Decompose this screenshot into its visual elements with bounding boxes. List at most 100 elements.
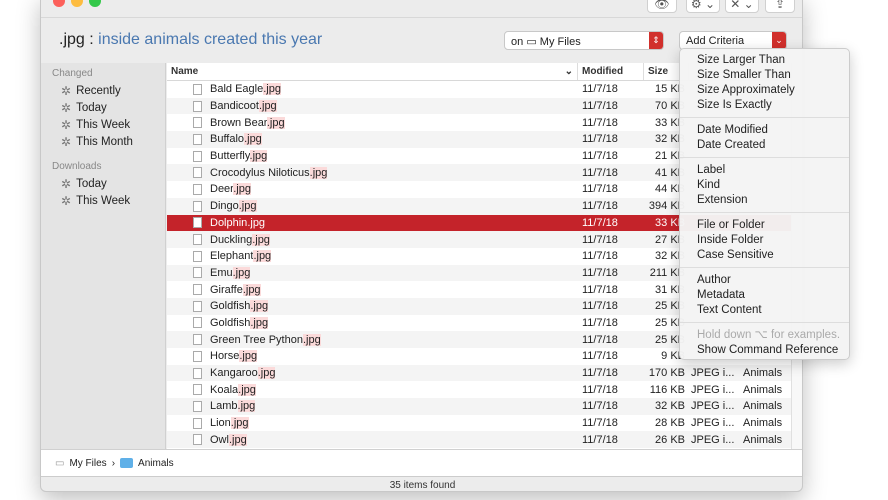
jpeg-file-icon <box>193 234 202 246</box>
jpeg-file-icon <box>193 267 202 279</box>
kind-cell: JPEG i... <box>691 417 735 430</box>
menu-item[interactable]: File or Folder <box>680 218 849 233</box>
path-item[interactable]: My Files <box>69 458 106 469</box>
file-extension-match: .jpg <box>257 367 276 380</box>
menu-item-command-reference[interactable]: Show Command Reference <box>680 343 849 358</box>
sidebar-item[interactable]: ✲ This Week <box>41 116 165 133</box>
sidebar-item[interactable]: ✲ This Month <box>41 133 165 150</box>
sidebar-item-label: Recently <box>76 84 121 97</box>
file-extension-match: .jpg <box>242 283 261 296</box>
name-cell: Lamb.jpg <box>167 400 578 413</box>
file-basename: Brown Bear <box>210 116 267 129</box>
name-cell: Kangaroo.jpg <box>167 367 578 380</box>
tools-menu-button[interactable]: ✕ ⌄ <box>725 0 759 13</box>
table-row[interactable]: Kangaroo.jpg 11/7/18 170 KB JPEG i... An… <box>167 364 791 382</box>
file-extension-match: .jpg <box>238 383 256 396</box>
column-name[interactable]: Name ⌄ <box>167 63 578 80</box>
share-icon: ⇪ <box>774 0 786 11</box>
name-cell: Bandicoot.jpg <box>167 100 578 113</box>
menu-item[interactable]: Size Is Exactly <box>680 98 849 113</box>
jpeg-file-icon <box>193 183 202 195</box>
file-extension-match: .jpg <box>239 350 258 363</box>
menu-item[interactable]: Author <box>680 273 849 288</box>
sidebar-item[interactable]: ✲ Today <box>41 99 165 116</box>
gear-icon: ✲ <box>61 117 72 132</box>
query-criteria[interactable]: inside animals created this year <box>98 31 322 48</box>
table-row[interactable]: Lion.jpg 11/7/18 28 KB JPEG i... Animals <box>167 415 791 432</box>
modified-cell: 11/7/18 <box>582 266 618 279</box>
name-cell: Lion.jpg <box>167 417 578 430</box>
folder-icon <box>120 458 134 468</box>
path-bar: ▭ My Files › Animals <box>41 449 802 476</box>
sidebar-item[interactable]: ✲ Recently <box>41 82 165 99</box>
menu-item[interactable]: Extension <box>680 193 849 208</box>
modified-cell: 11/7/18 <box>582 200 618 213</box>
name-cell: Buffalo.jpg <box>167 133 578 146</box>
name-cell: Koala.jpg <box>167 383 578 396</box>
file-basename: Emu <box>210 266 233 279</box>
file-extension-match: .jpg <box>309 166 328 179</box>
search-query[interactable]: .jpg : inside animals created this year <box>59 31 322 49</box>
file-basename: Koala <box>210 383 239 396</box>
file-extension-match: .jpg <box>258 100 277 113</box>
menu-item[interactable]: Kind <box>680 178 849 193</box>
file-basename: Giraffe <box>210 283 243 296</box>
scope-select[interactable]: on ▭ My Files ⇕ <box>504 31 664 50</box>
menu-item[interactable]: Date Modified <box>680 123 849 138</box>
menu-item[interactable]: Size Smaller Than <box>680 68 849 83</box>
window-controls <box>53 0 107 10</box>
zoom-button[interactable] <box>89 0 101 7</box>
menu-item[interactable]: Size Approximately <box>680 83 849 98</box>
file-extension-match: .jpg <box>250 316 269 329</box>
modified-cell: 11/7/18 <box>582 316 618 329</box>
file-extension-match: .jpg <box>263 83 281 96</box>
modified-cell: 11/7/18 <box>582 183 618 196</box>
modified-cell: 11/7/18 <box>582 333 618 346</box>
file-basename: Duckling <box>210 233 253 246</box>
quick-look-button[interactable]: 👁 <box>647 0 677 13</box>
kind-cell: JPEG i... <box>691 383 735 396</box>
file-basename: Deer <box>210 183 234 196</box>
menu-item[interactable]: Label <box>680 163 849 178</box>
sidebar-item-label: This Week <box>76 194 131 207</box>
kind-cell: JPEG i... <box>691 400 735 413</box>
action-menu-button[interactable]: ⚙ ⌄ <box>686 0 720 13</box>
close-button[interactable] <box>53 0 65 7</box>
file-basename: Crocodylus Niloticus <box>210 166 310 179</box>
sidebar-item[interactable]: ✲ Today <box>41 175 165 192</box>
jpeg-file-icon <box>193 350 202 362</box>
file-extension-match: .jpg <box>250 300 269 313</box>
minimize-button[interactable] <box>71 0 83 7</box>
table-row[interactable]: Lamb.jpg 11/7/18 32 KB JPEG i... Animals <box>167 398 791 415</box>
menu-separator <box>680 212 849 213</box>
path-item[interactable]: Animals <box>138 458 174 469</box>
menu-item[interactable]: Inside Folder <box>680 233 849 248</box>
menu-item[interactable]: Metadata <box>680 288 849 303</box>
table-row[interactable]: Owl.jpg 11/7/18 26 KB JPEG i... Animals <box>167 431 791 449</box>
menu-item[interactable]: Case Sensitive <box>680 248 849 263</box>
add-criteria-menu: Size Larger Than Size Smaller Than Size Ap… <box>679 48 850 360</box>
menu-item[interactable]: Text Content <box>680 303 849 318</box>
folder-cell: Animals <box>743 367 783 380</box>
sidebar: Changed ✲ Recently ✲ Today ✲ This Week ✲ This Mo… <box>41 63 166 449</box>
menu-item[interactable]: Date Created <box>680 138 849 153</box>
table-row[interactable]: Koala.jpg 11/7/18 116 KB JPEG i... Anima… <box>167 381 791 398</box>
sidebar-item[interactable]: ✲ This Week <box>41 192 165 209</box>
name-cell: Green Tree Python.jpg <box>167 333 578 346</box>
file-basename: Green Tree Python <box>210 333 303 346</box>
sidebar-item-label: Today <box>76 177 107 190</box>
gear-icon: ✲ <box>61 193 72 208</box>
column-modified[interactable]: Modified <box>578 63 644 80</box>
menu-item[interactable]: Size Larger Than <box>680 53 849 68</box>
name-cell: Giraffe.jpg <box>167 283 578 296</box>
name-cell: Goldfish.jpg <box>167 316 578 329</box>
jpeg-file-icon <box>193 217 202 229</box>
eye-icon: 👁 <box>654 0 670 11</box>
file-basename: Kangaroo <box>210 367 258 380</box>
file-basename: Goldfish <box>210 316 251 329</box>
jpeg-file-icon <box>193 200 202 212</box>
file-extension-match: .jpg <box>252 233 270 246</box>
size-cell: 32 KB <box>655 400 685 413</box>
query-extension: .jpg : <box>59 31 94 48</box>
share-button[interactable]: ⇪ <box>765 0 795 13</box>
